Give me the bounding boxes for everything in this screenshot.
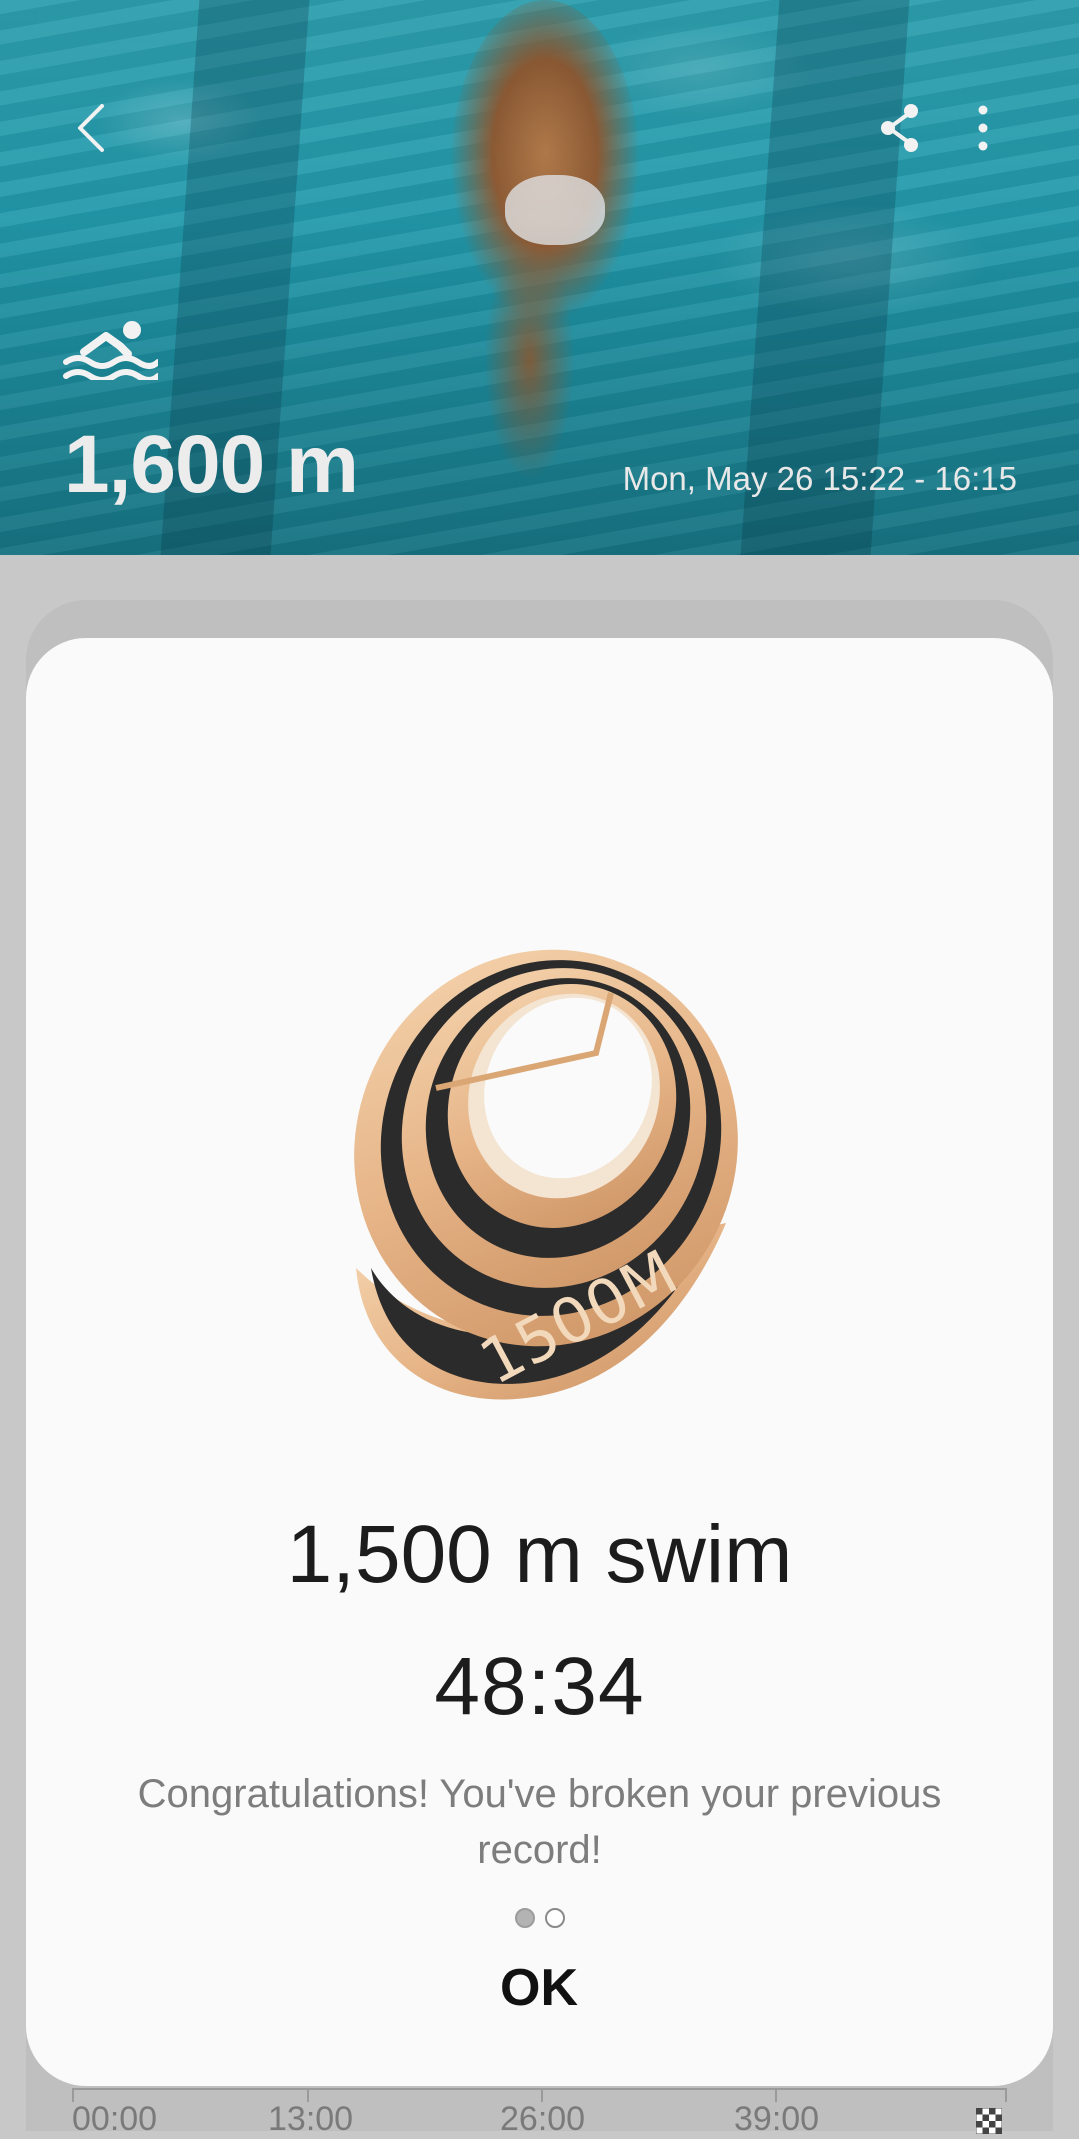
workout-datetime: Mon, May 26 15:22 - 16:15 bbox=[622, 460, 1017, 497]
record-title: 1,500 m swim bbox=[286, 1509, 793, 1600]
workout-hero-image: 1,600 m Mon, May 26 15:22 - 16:15 bbox=[0, 0, 1079, 555]
axis-tick bbox=[1005, 2088, 1007, 2102]
axis-label: 26:00 bbox=[500, 2100, 586, 2138]
swimming-icon bbox=[63, 321, 158, 380]
record-dialog: 1500M 1,500 m swim 48:34 Congratulations… bbox=[26, 638, 1053, 2086]
finish-flag-icon bbox=[976, 2108, 1002, 2134]
page-indicator bbox=[26, 1908, 1053, 1928]
record-message: Congratulations! You've broken your prev… bbox=[137, 1772, 942, 1872]
medal-1500m-badge: 1500M bbox=[354, 949, 738, 1400]
back-arrow-icon[interactable] bbox=[70, 98, 120, 158]
page-dot-active[interactable] bbox=[514, 1908, 535, 1928]
axis-label: 00:00 bbox=[72, 2100, 158, 2138]
axis-label: 13:00 bbox=[268, 2100, 354, 2138]
record-time: 48:34 bbox=[434, 1641, 645, 1732]
share-icon[interactable] bbox=[875, 100, 925, 156]
axis-label: 39:00 bbox=[734, 2100, 820, 2138]
more-vert-icon[interactable] bbox=[968, 100, 998, 156]
timeline-axis bbox=[72, 2088, 1007, 2090]
total-distance: 1,600 m bbox=[64, 419, 359, 510]
ok-button[interactable]: OK bbox=[439, 1948, 639, 2028]
page-dot-inactive[interactable] bbox=[544, 1908, 565, 1928]
